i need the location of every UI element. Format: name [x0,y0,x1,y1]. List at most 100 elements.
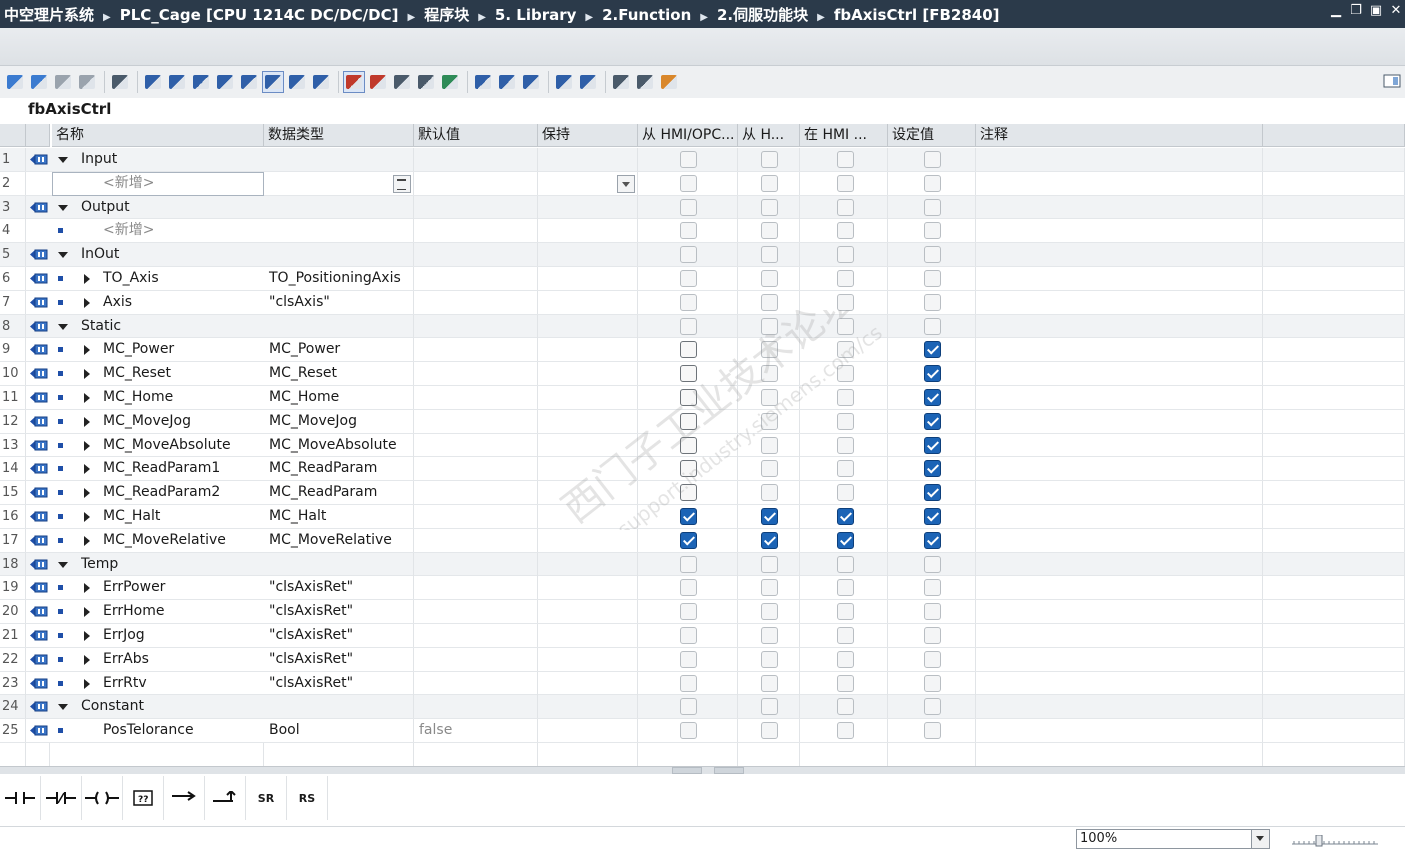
member-name[interactable]: Axis [103,291,264,314]
member-name[interactable]: MC_ReadParam1 [103,457,264,480]
member-name[interactable]: InOut [81,243,264,266]
table-cell[interactable] [538,409,638,433]
member-default-value[interactable] [414,695,538,719]
table-cell[interactable] [1263,386,1405,409]
toolbar-tool-icon[interactable] [577,71,599,93]
checkbox[interactable] [761,198,778,216]
expand-icon[interactable] [84,440,90,451]
table-cell[interactable] [538,719,638,743]
checkbox[interactable] [924,151,941,168]
member-data-type[interactable]: MC_ReadParam [264,457,414,481]
table-cell[interactable] [976,552,1263,576]
table-cell[interactable] [538,171,638,195]
checkbox[interactable] [837,650,854,668]
checkbox[interactable] [680,627,697,644]
checkbox[interactable] [761,341,778,359]
table-cell[interactable] [976,290,1263,314]
table-cell[interactable] [26,743,50,766]
member-default-value[interactable]: false [414,719,538,743]
member-name[interactable]: TO_Axis [103,267,264,290]
member-name[interactable]: Static [81,315,264,338]
empty-box-icon[interactable]: ?? [123,776,164,820]
member-default-value[interactable] [414,314,538,338]
checkbox[interactable] [837,627,854,644]
table-cell[interactable] [538,576,638,600]
column-header[interactable]: 从 H... [738,124,800,147]
table-row[interactable]: 1 Input [0,148,1405,172]
member-data-type[interactable]: "clsAxisRet" [264,647,414,671]
checkbox[interactable] [924,222,941,240]
table-row[interactable]: 2 <新增> [0,171,1405,196]
checkbox[interactable] [680,460,697,478]
table-cell[interactable] [976,243,1263,267]
table-cell[interactable] [0,743,26,766]
table-row[interactable]: 16 MC_Halt MC_Halt [0,505,1405,529]
member-default-value[interactable] [414,481,538,505]
table-cell[interactable] [538,243,638,267]
checkbox[interactable] [837,674,854,692]
member-data-type[interactable]: "clsAxisRet" [264,576,414,600]
checkbox[interactable] [837,389,854,406]
member-name[interactable]: ErrHome [103,600,264,623]
member-default-value[interactable] [414,576,538,600]
table-cell[interactable] [538,457,638,481]
checkbox[interactable] [680,412,697,430]
checkbox[interactable] [837,722,854,740]
coil-icon[interactable] [82,776,123,820]
member-data-type[interactable]: MC_ReadParam [264,481,414,505]
checkbox[interactable] [761,674,778,692]
member-name[interactable]: ErrRtv [103,672,264,695]
table-cell[interactable] [538,433,638,457]
table-row[interactable]: 8 Static [0,314,1405,339]
checkbox[interactable] [837,531,854,549]
member-data-type[interactable] [264,314,414,338]
table-cell[interactable] [538,219,638,243]
no-contact-icon[interactable] [0,776,41,820]
table-cell[interactable] [1263,148,1405,171]
toolbar-tool-icon[interactable] [4,71,26,93]
close-branch-icon[interactable] [205,776,246,820]
member-data-type[interactable]: "clsAxisRet" [264,671,414,695]
column-header[interactable]: 从 HMI/OPC... [638,124,738,147]
member-default-value[interactable] [414,671,538,695]
member-data-type[interactable]: TO_PositioningAxis [264,267,414,290]
member-name[interactable]: MC_MoveAbsolute [103,434,264,457]
open-branch-icon[interactable] [164,776,205,820]
checkbox[interactable] [924,698,941,716]
splitter-bar[interactable] [0,766,1405,774]
table-cell[interactable] [976,457,1263,481]
table-cell[interactable] [976,195,1263,219]
toolbar-tool-icon[interactable] [238,71,260,93]
checkbox[interactable] [837,436,854,454]
member-default-value[interactable] [414,600,538,624]
toolbar-tool-icon[interactable] [286,71,308,93]
checkbox[interactable] [761,555,778,573]
checkbox[interactable] [761,460,778,478]
table-cell[interactable] [538,338,638,362]
toolbar-tool-icon[interactable] [76,71,98,93]
table-cell[interactable] [976,362,1263,386]
column-header-blank[interactable] [0,124,26,147]
table-row[interactable]: 9 MC_Power MC_Power [0,338,1405,363]
table-cell[interactable] [800,743,888,766]
table-row[interactable]: 10 MC_Reset MC_Reset [0,362,1405,386]
toolbar-tool-icon[interactable] [109,71,131,93]
checkbox[interactable] [680,674,697,692]
column-header[interactable]: 数据类型 [264,124,414,147]
member-name[interactable]: Constant [81,695,264,718]
table-cell[interactable] [976,576,1263,600]
checkbox[interactable] [680,293,697,311]
toolbar-tool-icon[interactable] [166,71,188,93]
breadcrumb-item[interactable]: 中空理片系统 [4,6,94,24]
checkbox[interactable] [680,650,697,668]
checkbox[interactable] [680,198,697,216]
table-cell[interactable] [1263,600,1405,624]
expand-icon[interactable] [84,464,90,475]
checkbox[interactable] [924,460,941,478]
table-cell[interactable] [414,743,538,766]
column-header[interactable]: 注释 [976,124,1263,147]
checkbox[interactable] [680,174,697,192]
collapse-icon[interactable] [58,204,68,211]
column-header[interactable]: 名称 [52,124,264,147]
maximize-icon[interactable]: ▣ [1369,4,1383,18]
